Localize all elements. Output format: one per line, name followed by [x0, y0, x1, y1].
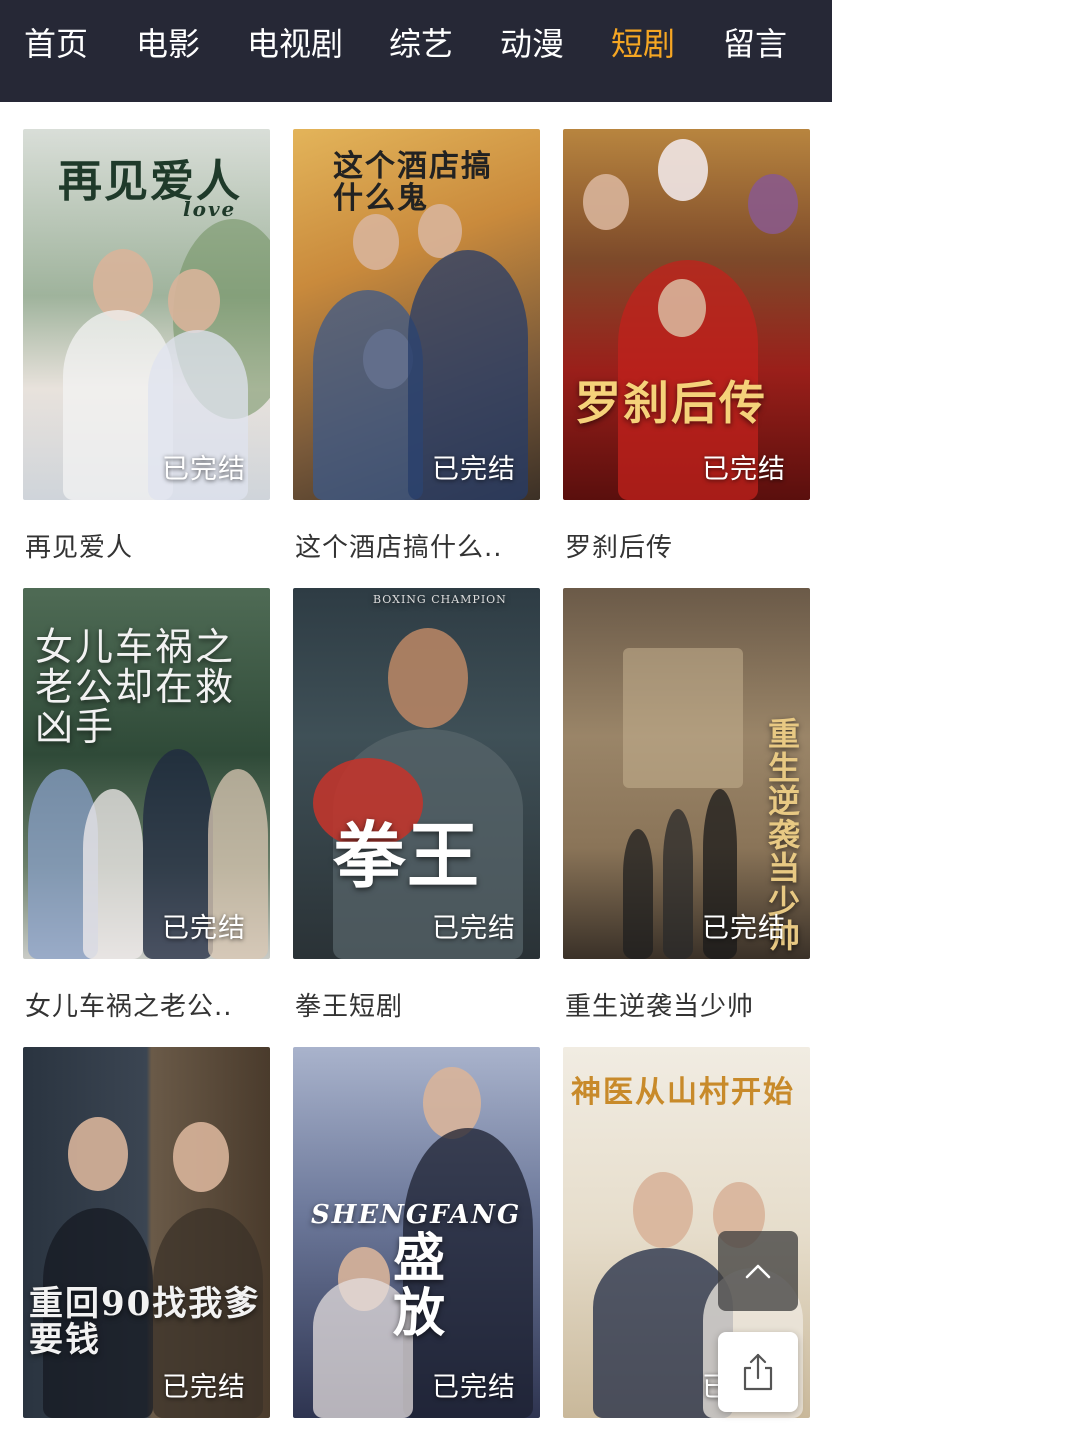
status-badge: 已完结	[162, 1372, 246, 1403]
nav-item-messages[interactable]: 留言	[723, 22, 787, 66]
status-badge: 已完结	[702, 454, 786, 485]
poster-image[interactable]: 罗刹后传 已完结	[563, 129, 810, 500]
poster-image[interactable]: SHENGFANG 盛放 已完结	[293, 1047, 540, 1418]
status-badge: 已完结	[162, 454, 246, 485]
back-to-top-button[interactable]	[718, 1231, 798, 1311]
card-title[interactable]: 女儿车祸之老公..	[25, 986, 233, 1023]
status-badge: 已完结	[432, 913, 516, 944]
poster-title: 这个酒店搞什么鬼	[333, 149, 493, 216]
card-title[interactable]: 重生逆袭当少帅	[565, 986, 754, 1023]
poster-title: 重回90找我爹要钱	[29, 1284, 261, 1360]
nav-item-short-drama[interactable]: 短剧	[611, 22, 675, 66]
poster-title: 盛放	[393, 1228, 448, 1344]
poster-image[interactable]: 女儿车祸之老公却在救凶手 已完结	[23, 588, 270, 959]
poster-title: 女儿车祸之老公却在救凶手	[35, 625, 236, 749]
status-badge: 已完结	[162, 913, 246, 944]
share-icon	[743, 1353, 773, 1391]
status-badge: 已完结	[432, 1372, 516, 1403]
nav-item-movies[interactable]: 电影	[136, 22, 200, 66]
poster-image[interactable]: 再见爱人 love 已完结	[23, 129, 270, 500]
poster-title: 罗刹后传	[575, 376, 767, 430]
status-badge: 已完结	[702, 913, 786, 944]
card-title[interactable]: 这个酒店搞什么..	[295, 527, 503, 564]
share-button[interactable]	[718, 1332, 798, 1412]
poster-image[interactable]: 这个酒店搞什么鬼 已完结	[293, 129, 540, 500]
card-title[interactable]: 罗刹后传	[565, 527, 673, 564]
top-nav-bar: 首页 电影 电视剧 综艺 动漫 短剧 留言	[0, 0, 832, 102]
poster-image[interactable]: 重回90找我爹要钱 已完结	[23, 1047, 270, 1418]
nav-item-home[interactable]: 首页	[24, 22, 88, 66]
poster-image[interactable]: BOXING CHAMPION 拳王 已完结	[293, 588, 540, 959]
chevron-up-icon	[745, 1264, 771, 1279]
status-badge: 已完结	[432, 454, 516, 485]
card-title[interactable]: 拳王短剧	[295, 986, 403, 1023]
nav-item-tv-series[interactable]: 电视剧	[247, 22, 343, 66]
nav-item-variety[interactable]: 综艺	[389, 22, 453, 66]
poster-image[interactable]: 重生逆袭当少帅 已完结	[563, 588, 810, 959]
poster-subtitle: love	[183, 197, 237, 221]
poster-title: 拳王	[333, 813, 482, 898]
poster-title: 神医从山村开始	[571, 1075, 795, 1110]
poster-subtitle: BOXING CHAMPION	[373, 593, 507, 606]
poster-subtitle: SHENGFANG	[311, 1200, 522, 1230]
card-title[interactable]: 再见爱人	[25, 527, 133, 564]
nav-item-anime[interactable]: 动漫	[500, 22, 564, 66]
